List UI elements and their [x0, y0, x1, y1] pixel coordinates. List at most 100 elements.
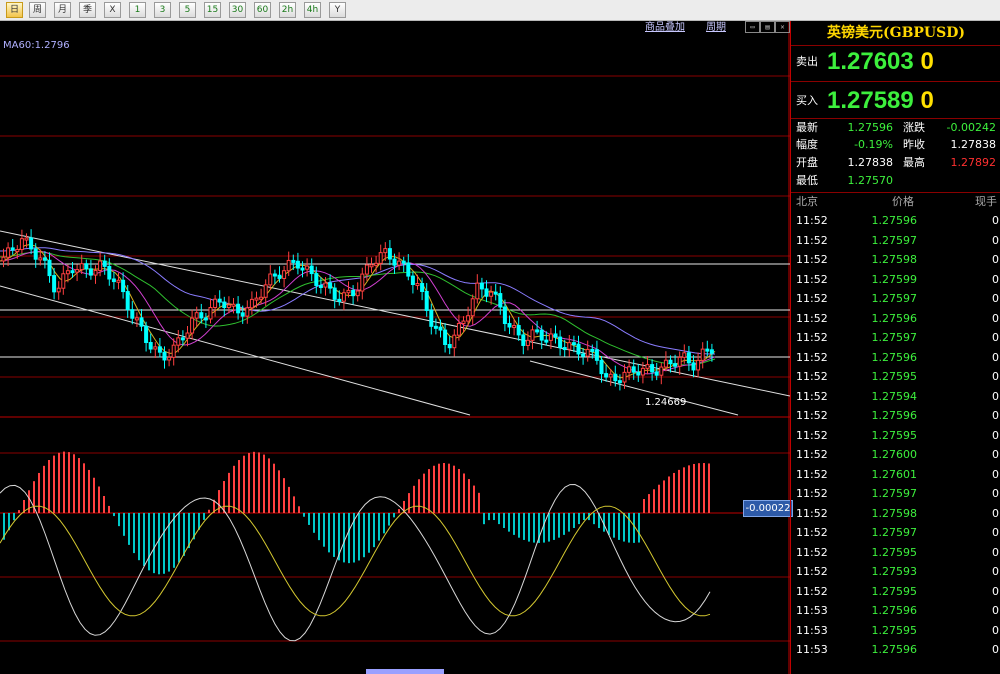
period-button[interactable]: 15 [204, 2, 221, 18]
tick-volume: 0 [992, 604, 999, 617]
tick-time: 11:53 [796, 604, 828, 617]
tick-row: 11:52 1.27594 0 [791, 387, 1000, 407]
tick-price: 1.27595 [871, 623, 918, 637]
candle-body [222, 301, 227, 308]
period-button[interactable]: X [104, 2, 121, 18]
tick-row: 11:52 1.27595 0 [791, 543, 1000, 563]
candle-body [240, 312, 245, 317]
candle-body [24, 237, 29, 241]
tick-volume: 0 [992, 428, 999, 442]
sell-price-main: 1.27603 [827, 48, 914, 75]
macd-value-badge: -0.00022 [743, 500, 793, 517]
candle-body [420, 283, 425, 292]
tick-price: 1.27597 [871, 487, 918, 500]
candle-body [682, 352, 687, 358]
candle-body [516, 325, 521, 336]
candle-body [42, 257, 47, 261]
buy-price: 1.27589 0 [827, 86, 934, 116]
tick-time: 11:52 [796, 545, 828, 559]
tick-volume: 0 [992, 331, 999, 344]
tick-row: 11:52 1.27595 0 [791, 582, 1000, 602]
period-button[interactable]: 1 [129, 2, 146, 18]
candle-body [116, 279, 121, 283]
period-button[interactable]: 5 [179, 2, 196, 18]
candle-body [217, 298, 222, 303]
candle-body [443, 329, 448, 345]
candle-body [231, 303, 236, 307]
scroll-tab[interactable] [366, 669, 444, 674]
candlestick-chart[interactable] [0, 21, 790, 674]
period-button[interactable]: 2h [279, 2, 296, 18]
candle-body [392, 258, 397, 266]
candle-body [608, 373, 613, 378]
candle-body [75, 269, 80, 273]
candle-body [323, 282, 328, 288]
candle-body [337, 298, 342, 302]
overlay-link[interactable]: 商品叠加 [645, 22, 685, 34]
candle-body [157, 346, 162, 353]
period-button[interactable]: 30 [229, 2, 246, 18]
candle-body [144, 325, 149, 344]
price-chart-area[interactable] [0, 21, 790, 674]
tick-price: 1.27596 [871, 604, 918, 617]
candle-body [604, 373, 609, 378]
candle-body [650, 364, 655, 373]
candle-body [176, 337, 181, 346]
tick-row: 11:52 1.27598 0 [791, 250, 1000, 270]
tick-time: 11:52 [796, 487, 828, 500]
candle-body [272, 273, 277, 277]
candle-body [369, 264, 374, 268]
candle-body [226, 304, 231, 308]
period-button[interactable]: 日 [6, 2, 23, 18]
candle-body [383, 248, 388, 254]
period-button[interactable]: 4h [304, 2, 321, 18]
period-button[interactable]: 季 [79, 2, 96, 18]
period-button[interactable]: 3 [154, 2, 171, 18]
tick-volume: 0 [992, 623, 999, 637]
candle-body [263, 284, 268, 298]
tick-price: 1.27600 [871, 448, 918, 461]
tick-volume: 0 [992, 448, 999, 461]
period-button[interactable]: 月 [54, 2, 71, 18]
candle-body [663, 359, 668, 368]
candle-body [171, 344, 176, 358]
candle-body [673, 363, 678, 367]
candle-body [484, 288, 489, 297]
divider [791, 118, 1000, 119]
period-button[interactable]: Y [329, 2, 346, 18]
candle-body [93, 269, 98, 276]
tick-price: 1.27598 [871, 506, 918, 520]
tick-volume: 0 [992, 311, 999, 325]
candle-body [594, 349, 599, 361]
period-button[interactable]: 周 [29, 2, 46, 18]
tick-volume: 0 [992, 233, 999, 247]
tile-window-icon[interactable]: ▤ [760, 21, 775, 33]
tick-price: 1.27595 [871, 584, 918, 598]
candle-body [153, 346, 158, 350]
close-window-icon[interactable]: ✕ [775, 21, 790, 33]
tick-time: 11:52 [796, 409, 828, 422]
tick-time: 11:52 [796, 214, 828, 227]
tick-price: 1.27596 [871, 214, 918, 227]
tick-volume: 0 [992, 292, 999, 305]
buy-price-suffix: 0 [920, 87, 934, 114]
tick-price: 1.27596 [871, 409, 918, 422]
tick-volume: 0 [992, 214, 999, 227]
candle-body [208, 306, 213, 320]
tick-price: 1.27597 [871, 292, 918, 305]
period-link[interactable]: 周期 [706, 22, 726, 34]
restore-window-icon[interactable]: ▭ [745, 21, 760, 33]
candle-body [461, 320, 466, 324]
candle-body [162, 351, 167, 361]
tick-time: 11:52 [796, 526, 828, 539]
tick-row: 11:52 1.27595 0 [791, 426, 1000, 446]
ticks-price-header: 价格 [892, 195, 914, 208]
candle-body [705, 348, 710, 352]
tick-volume: 0 [992, 565, 999, 578]
ticks-time-header: 北京 [796, 195, 818, 208]
tick-price: 1.27597 [871, 331, 918, 344]
high-label: 最高 [903, 156, 925, 169]
candle-body [424, 290, 429, 311]
candle-body [33, 248, 38, 260]
period-button[interactable]: 60 [254, 2, 271, 18]
